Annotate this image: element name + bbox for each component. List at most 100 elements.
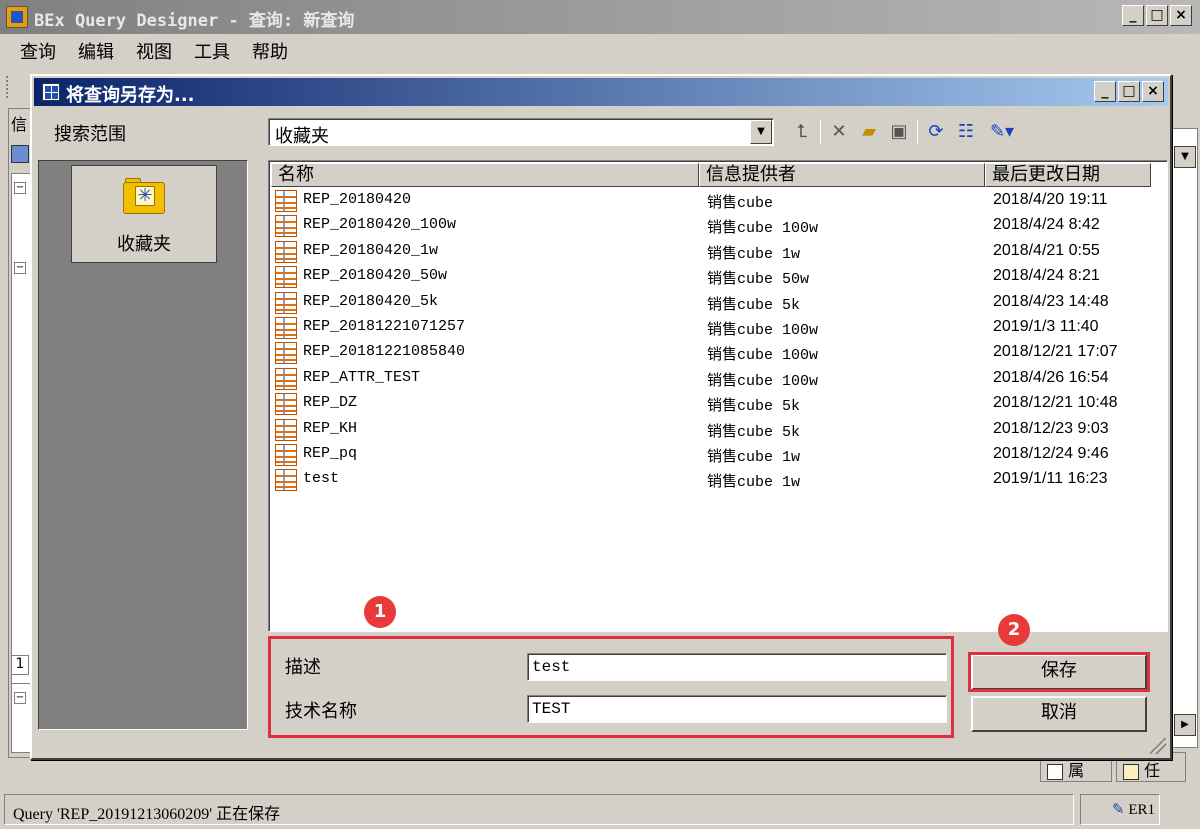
query-file-icon xyxy=(275,266,297,289)
properties-icon xyxy=(1047,763,1063,780)
left-number: 1 xyxy=(11,655,29,675)
properties-icon[interactable]: ▣ xyxy=(887,120,911,144)
file-name: REP_20181221071257 xyxy=(275,316,466,339)
left-lower-tree: − xyxy=(11,683,31,753)
query-file-icon xyxy=(275,469,297,492)
places-bar: ✳ 收藏夹 xyxy=(38,160,248,730)
toolbar-separator xyxy=(917,120,918,144)
menu-tools[interactable]: 工具 xyxy=(194,38,230,64)
file-date: 2018/4/24 8:42 xyxy=(993,216,1100,234)
file-date: 2019/1/3 11:40 xyxy=(993,317,1099,335)
status-system: ✎ ER1 xyxy=(1080,794,1160,825)
file-list: 名称 信息提供者 最后更改日期 REP_20180420 销售cube 2018/4… xyxy=(268,160,1168,632)
scroll-right-icon[interactable]: ▶ xyxy=(1174,714,1196,736)
file-provider: 销售cube 5k xyxy=(707,423,801,441)
main-window-title: BEx Query Designer - 查询: 新查询 xyxy=(34,11,355,31)
new-folder-icon[interactable]: ▰ xyxy=(857,120,881,144)
tech-name-input[interactable] xyxy=(527,695,947,723)
file-date: 2018/4/21 0:55 xyxy=(993,241,1100,259)
tools-dropdown-icon[interactable]: ✎▾ xyxy=(984,120,1020,144)
dialog-title: 将查询另存为... xyxy=(66,85,195,106)
dialog-toolbar: ⮤ ✕ ▰ ▣ ⟳ ☷ ✎▾ xyxy=(790,118,1020,146)
tab-tasks-label: 任 xyxy=(1144,761,1161,780)
connection-icon: ✎ xyxy=(1112,802,1125,818)
column-provider[interactable]: 信息提供者 xyxy=(699,163,985,187)
query-file-icon xyxy=(275,393,297,416)
query-file-icon xyxy=(275,215,297,238)
file-name-text: REP_DZ xyxy=(303,394,358,412)
annotation-badge-2: 2 xyxy=(998,614,1030,646)
file-provider: 销售cube 100w xyxy=(707,347,819,365)
file-provider: 销售cube 1w xyxy=(707,245,801,263)
collapse-icon[interactable]: − xyxy=(14,182,26,194)
up-folder-icon[interactable]: ⮤ xyxy=(790,120,814,144)
save-query-dialog: 将查询另存为... _ □ × 搜索范围 ✳ 收藏夹 收藏夹 ▼ ⮤ ✕ ▰ ▣… xyxy=(30,74,1172,760)
file-name-text: REP_20180420_100w xyxy=(303,216,457,234)
file-date: 2018/4/26 16:54 xyxy=(993,368,1109,386)
tab-properties-label: 属 xyxy=(1068,761,1085,780)
file-provider: 销售cube xyxy=(707,195,774,212)
file-name-text: REP_20180420 xyxy=(303,191,412,208)
left-tree: − − xyxy=(11,173,31,733)
file-name-text: REP_20181221071257 xyxy=(303,317,466,335)
tasks-icon xyxy=(1123,763,1139,780)
file-name-text: REP_ATTR_TEST xyxy=(303,368,421,386)
place-favorites[interactable]: ✳ 收藏夹 xyxy=(71,165,217,263)
description-input[interactable] xyxy=(527,653,947,681)
form-highlight-box: 描述 技术名称 xyxy=(268,636,954,738)
maximize-button[interactable]: □ xyxy=(1146,5,1168,26)
minimize-button[interactable]: _ xyxy=(1122,5,1144,26)
file-provider: 销售cube 50w xyxy=(707,271,810,289)
file-name: REP_DZ xyxy=(275,393,358,416)
menu-help[interactable]: 帮助 xyxy=(252,38,288,64)
save-highlight-box xyxy=(968,652,1150,692)
column-date[interactable]: 最后更改日期 xyxy=(985,163,1151,187)
refresh-icon[interactable]: ⟳ xyxy=(924,120,948,144)
file-date: 2018/12/21 17:07 xyxy=(993,343,1118,361)
file-name-text: REP_20180420_1w xyxy=(303,241,439,259)
dialog-close-button[interactable]: × xyxy=(1142,81,1164,102)
right-panel: ▼ ▶ xyxy=(1170,108,1200,758)
look-in-label: 搜索范围 xyxy=(54,124,126,145)
file-name-text: REP_20180420_5k xyxy=(303,292,439,310)
file-name-text: REP_pq xyxy=(303,444,358,462)
file-date: 2018/4/24 8:21 xyxy=(993,267,1100,285)
chevron-down-icon[interactable]: ▼ xyxy=(750,120,772,144)
file-date: 2019/1/11 16:23 xyxy=(993,470,1108,488)
description-label: 描述 xyxy=(285,657,321,678)
dialog-title-bar[interactable]: 将查询另存为... _ □ × xyxy=(34,78,1168,106)
look-in-combo[interactable]: 收藏夹 ▼ xyxy=(268,118,774,147)
place-favorites-label: 收藏夹 xyxy=(117,234,171,255)
resize-grip[interactable] xyxy=(1150,738,1166,754)
file-provider: 销售cube 1w xyxy=(707,448,801,466)
look-in-value: 收藏夹 xyxy=(275,126,329,147)
main-title-bar: BEx Query Designer - 查询: 新查询 _ □ × xyxy=(0,0,1200,34)
delete-icon[interactable]: ✕ xyxy=(827,120,851,144)
close-button[interactable]: × xyxy=(1170,5,1192,26)
collapse-icon[interactable]: − xyxy=(14,692,26,704)
left-tab-label[interactable]: 信 xyxy=(11,111,27,135)
tech-name-label: 技术名称 xyxy=(285,701,357,722)
query-file-icon xyxy=(275,418,297,441)
menu-view[interactable]: 视图 xyxy=(136,38,172,64)
file-provider: 销售cube 100w xyxy=(707,321,819,339)
cancel-button[interactable]: 取消 xyxy=(971,696,1147,732)
file-provider: 销售cube 100w xyxy=(707,220,819,238)
dialog-minimize-button[interactable]: _ xyxy=(1094,81,1116,102)
file-name: REP_20180420_100w xyxy=(275,215,457,238)
file-name-text: REP_20181221085840 xyxy=(303,343,466,361)
toolbar-separator xyxy=(820,120,821,144)
details-view-icon[interactable]: ☷ xyxy=(954,120,978,144)
chevron-down-icon[interactable]: ▼ xyxy=(1174,146,1196,168)
annotation-badge-1: 1 xyxy=(364,596,396,628)
dialog-maximize-button[interactable]: □ xyxy=(1118,81,1140,102)
collapse-icon[interactable]: − xyxy=(14,262,26,274)
column-name[interactable]: 名称 xyxy=(271,163,699,187)
status-message: Query 'REP_20191213060209' 正在保存 xyxy=(4,794,1074,825)
file-name-text: REP_KH xyxy=(303,419,358,437)
query-file-icon xyxy=(275,190,297,212)
menu-edit[interactable]: 编辑 xyxy=(78,38,114,64)
toolbar-grip[interactable] xyxy=(6,76,10,98)
file-name-text: REP_20180420_50w xyxy=(303,267,448,285)
menu-query[interactable]: 查询 xyxy=(20,38,56,64)
